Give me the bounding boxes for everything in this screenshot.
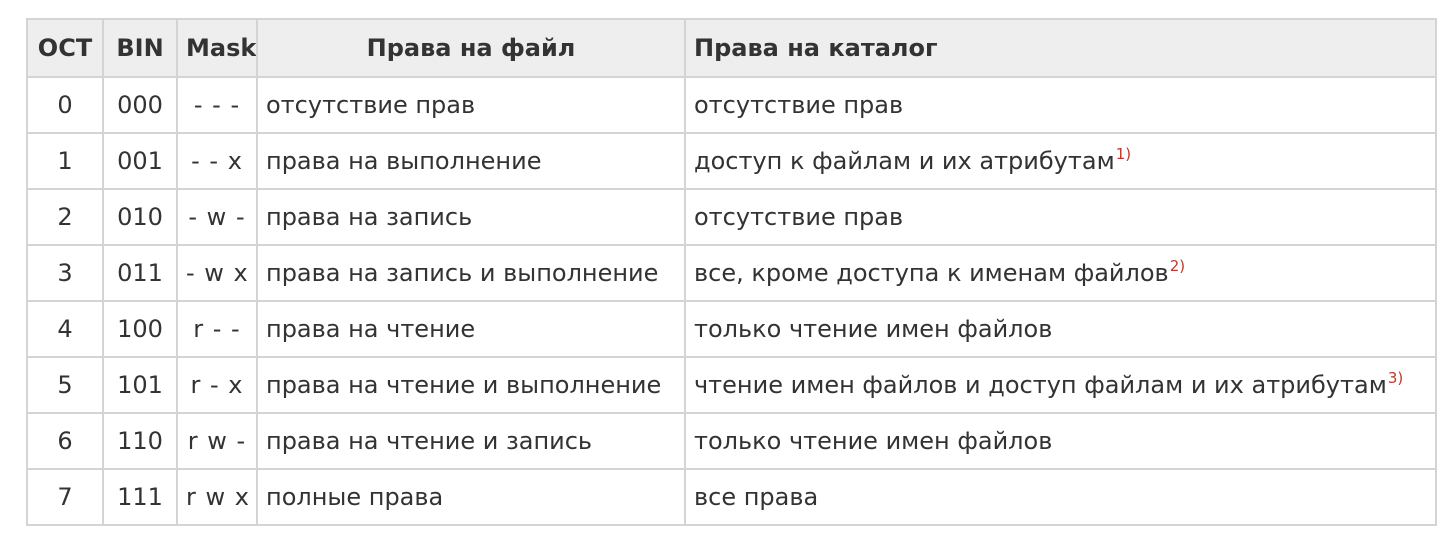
bin-cell: 111: [102, 468, 178, 526]
table-row: 0 000- - - отсутствие прав отсутствие прав: [26, 76, 1437, 134]
dir-rights-text: отсутствие прав: [694, 91, 904, 119]
dir-rights-cell: отсутствие прав: [684, 76, 1437, 134]
header-bin: BIN: [102, 18, 178, 78]
dir-rights-cell: чтение имен файлов и доступ файлам и их …: [684, 356, 1437, 414]
bin-cell: 010: [102, 188, 178, 246]
dir-rights-cell: только чтение имен файлов: [684, 300, 1437, 358]
file-rights-cell: права на чтение и выполнение: [256, 356, 686, 414]
table-row: 1 001- - x права на выполнение доступ к фай…: [26, 132, 1437, 190]
mask-cell: - w x: [176, 244, 258, 302]
bin-cell: 011: [102, 244, 178, 302]
dir-rights-cell: все, кроме доступа к именам файлов2): [684, 244, 1437, 302]
table-row: 5 101 r - x права на чтение и выполнение чте…: [26, 356, 1437, 414]
mask-cell: r - x: [176, 356, 258, 414]
header-row: OCT BIN Mask Права на файл Права на ката…: [26, 18, 1437, 78]
bin-cell: 000: [102, 76, 178, 134]
header-file-rights: Права на файл: [256, 18, 686, 78]
dir-rights-cell: все права: [684, 468, 1437, 526]
header-mask: Mask: [176, 18, 258, 78]
oct-cell: 7: [26, 468, 104, 526]
footnote-link[interactable]: 3): [1388, 369, 1403, 387]
permissions-table: OCT BIN Mask Права на файл Права на ката…: [26, 18, 1437, 526]
dir-rights-cell: отсутствие прав: [684, 188, 1437, 246]
dir-rights-text: доступ к файлам и их атрибутам: [694, 147, 1115, 175]
dir-rights-text: только чтение имен файлов: [694, 315, 1053, 343]
oct-cell: 2: [26, 188, 104, 246]
file-rights-cell: права на чтение и запись: [256, 412, 686, 470]
header-oct: OCT: [26, 18, 104, 78]
dir-rights-text: все, кроме доступа к именам файлов: [694, 259, 1169, 287]
file-rights-cell: полные права: [256, 468, 686, 526]
oct-cell: 4: [26, 300, 104, 358]
mask-cell: r - -: [176, 300, 258, 358]
file-rights-cell: права на выполнение: [256, 132, 686, 190]
mask-cell: r w -: [176, 412, 258, 470]
mask-cell: r w x: [176, 468, 258, 526]
table-row: 3 011- w x права на запись и выполнение все…: [26, 244, 1437, 302]
oct-cell: 0: [26, 76, 104, 134]
file-rights-cell: отсутствие прав: [256, 76, 686, 134]
file-rights-cell: права на запись и выполнение: [256, 244, 686, 302]
bin-cell: 001: [102, 132, 178, 190]
dir-rights-cell: доступ к файлам и их атрибутам1): [684, 132, 1437, 190]
table-row: 2 010- w - права на запись отсутствие прав: [26, 188, 1437, 246]
oct-cell: 3: [26, 244, 104, 302]
dir-rights-text: только чтение имен файлов: [694, 427, 1053, 455]
oct-cell: 6: [26, 412, 104, 470]
oct-cell: 1: [26, 132, 104, 190]
oct-cell: 5: [26, 356, 104, 414]
header-dir-rights: Права на каталог: [684, 18, 1437, 78]
mask-cell: - w -: [176, 188, 258, 246]
bin-cell: 110: [102, 412, 178, 470]
file-rights-cell: права на чтение: [256, 300, 686, 358]
dir-rights-text: все права: [694, 483, 819, 511]
bin-cell: 101: [102, 356, 178, 414]
table-row: 6 110 r w - права на чтение и запись только …: [26, 412, 1437, 470]
footnote-link[interactable]: 2): [1170, 257, 1185, 275]
mask-cell: - - -: [176, 76, 258, 134]
mask-cell: - - x: [176, 132, 258, 190]
file-rights-cell: права на запись: [256, 188, 686, 246]
table-row: 7 111 r w x полные права все права: [26, 468, 1437, 526]
table-row: 4 100 r - - права на чтение только чтение им…: [26, 300, 1437, 358]
dir-rights-text: отсутствие прав: [694, 203, 904, 231]
dir-rights-cell: только чтение имен файлов: [684, 412, 1437, 470]
dir-rights-text: чтение имен файлов и доступ файлам и их …: [694, 371, 1387, 399]
bin-cell: 100: [102, 300, 178, 358]
permissions-table-wrapper: OCT BIN Mask Права на файл Права на ката…: [26, 18, 1437, 526]
footnote-link[interactable]: 1): [1116, 145, 1131, 163]
